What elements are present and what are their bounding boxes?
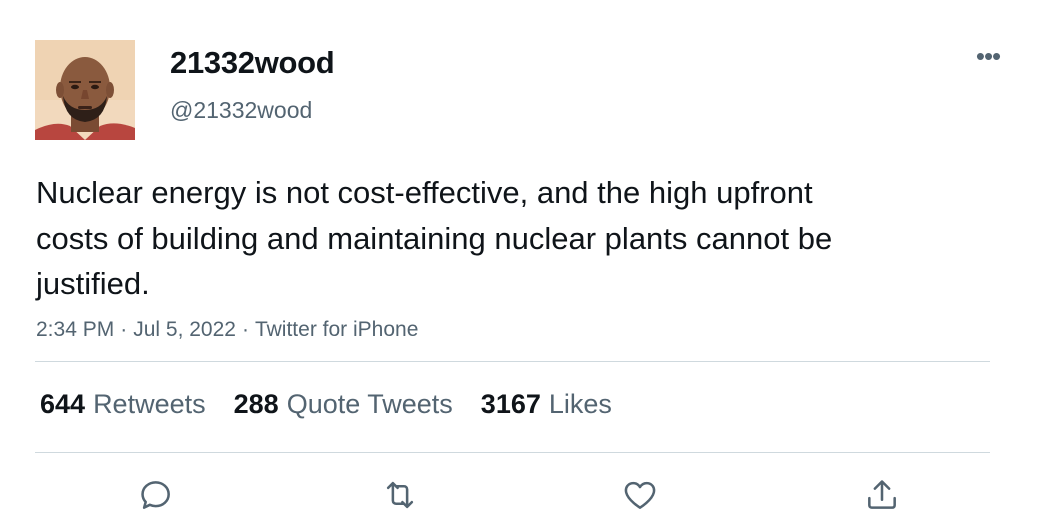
retweets-label: Retweets bbox=[93, 389, 206, 419]
reply-icon bbox=[141, 481, 170, 509]
avatar[interactable] bbox=[35, 40, 135, 140]
tweet-text: Nuclear energy is not cost-effective, an… bbox=[36, 175, 833, 301]
likes-stat[interactable]: 3167 Likes bbox=[481, 388, 612, 420]
divider bbox=[35, 361, 990, 362]
tweet-meta: 2:34 PM · Jul 5, 2022 · Twitter for iPhone bbox=[36, 316, 418, 344]
like-button[interactable] bbox=[620, 475, 660, 515]
reply-button[interactable] bbox=[136, 475, 176, 515]
likes-count: 3167 bbox=[480, 389, 541, 419]
quote-tweets-stat[interactable]: 288 Quote Tweets bbox=[234, 388, 453, 420]
display-name[interactable]: 21332wood bbox=[170, 44, 335, 82]
tweet-stats: 644 Retweets 288 Quote Tweets 3167 Likes bbox=[40, 388, 640, 420]
meta-separator: · bbox=[241, 318, 249, 341]
share-button[interactable] bbox=[862, 475, 902, 515]
retweet-icon bbox=[386, 481, 414, 509]
avatar-photo bbox=[35, 40, 135, 140]
retweets-count: 644 bbox=[40, 389, 86, 419]
quote-tweets-label: Quote Tweets bbox=[286, 389, 453, 419]
tweet-source[interactable]: Twitter for iPhone bbox=[255, 318, 418, 341]
divider bbox=[35, 452, 990, 453]
tweet-time[interactable]: 2:34 PM bbox=[36, 318, 114, 341]
likes-label: Likes bbox=[548, 389, 612, 419]
heart-icon bbox=[624, 481, 656, 509]
tweet-card: 21332wood @21332wood ••• Nuclear energy … bbox=[0, 0, 1050, 525]
retweet-button[interactable] bbox=[380, 475, 420, 515]
share-icon bbox=[868, 480, 896, 509]
quote-tweets-count: 288 bbox=[233, 389, 279, 419]
retweets-stat[interactable]: 644 Retweets bbox=[40, 388, 206, 420]
meta-separator: · bbox=[120, 318, 128, 341]
tweet-date[interactable]: Jul 5, 2022 bbox=[133, 318, 236, 341]
more-options-button[interactable]: ••• bbox=[970, 43, 1006, 69]
user-handle[interactable]: @21332wood bbox=[170, 96, 312, 124]
